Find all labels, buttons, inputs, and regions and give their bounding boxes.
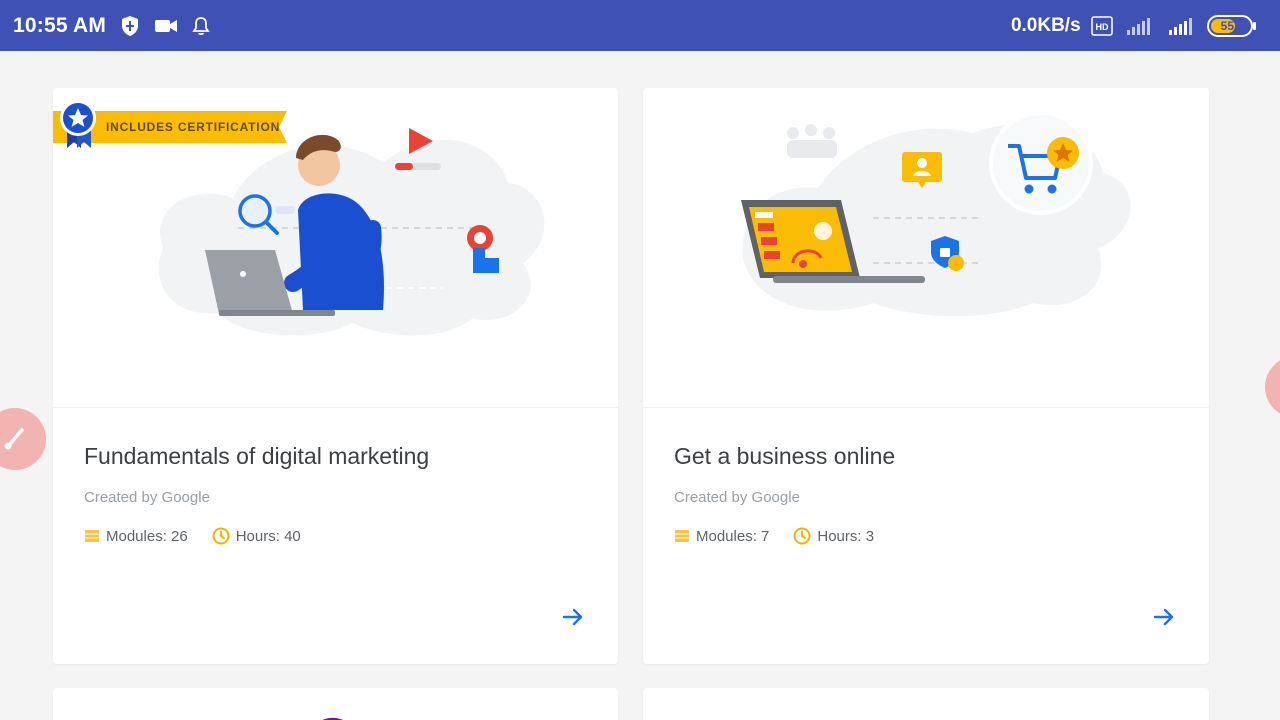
course-title[interactable]: Fundamentals of digital marketing xyxy=(84,443,429,470)
battery-icon: 55 xyxy=(1206,14,1270,38)
clock-icon xyxy=(793,527,811,545)
arrow-right-icon xyxy=(562,608,583,626)
hd-icon: HD xyxy=(1090,15,1113,36)
modules-icon xyxy=(675,530,689,542)
battery-level: 55 xyxy=(1220,18,1234,33)
clock-icon xyxy=(212,527,230,545)
course-illustration: INCLUDES CERTIFICATION xyxy=(53,88,618,408)
course-card[interactable]: Get a business online Created by Google … xyxy=(643,88,1209,664)
status-time: 10:55 AM xyxy=(13,13,107,37)
video-icon xyxy=(154,18,178,34)
open-course-button[interactable] xyxy=(560,604,586,630)
shield-icon xyxy=(120,15,140,37)
course-meta: Modules: 7 Hours: 3 xyxy=(674,527,874,545)
course-title[interactable]: Get a business online xyxy=(674,443,895,470)
course-creator: Created by Google xyxy=(674,489,800,506)
course-creator: Created by Google xyxy=(84,489,210,506)
floating-tool-button[interactable] xyxy=(0,408,46,470)
signal-icon xyxy=(1123,15,1157,37)
course-card[interactable] xyxy=(53,688,618,720)
hours-count: Hours: 40 xyxy=(235,527,301,545)
course-illustration xyxy=(643,88,1209,408)
arrow-right-icon xyxy=(1153,608,1174,626)
floating-side-button[interactable] xyxy=(1265,356,1280,418)
certification-badge-icon xyxy=(60,100,96,148)
certification-ribbon: INCLUDES CERTIFICATION xyxy=(53,100,299,148)
course-illustration xyxy=(322,717,344,720)
svg-text:HD: HD xyxy=(1095,22,1108,32)
course-card[interactable] xyxy=(643,688,1209,720)
modules-count: Modules: 26 xyxy=(106,527,188,545)
modules-icon xyxy=(85,530,99,542)
modules-count: Modules: 7 xyxy=(696,527,770,545)
course-card[interactable]: INCLUDES CERTIFICATION Fundamentals of d… xyxy=(53,88,618,664)
certification-label: INCLUDES CERTIFICATION xyxy=(106,120,281,134)
open-course-button[interactable] xyxy=(1151,604,1177,630)
bell-icon xyxy=(192,16,210,36)
signal-icon xyxy=(1167,15,1197,37)
brush-icon xyxy=(4,428,24,450)
hours-count: Hours: 3 xyxy=(817,527,875,545)
status-bar: 10:55 AM 0.0KB/s HD 55 xyxy=(0,0,1280,51)
course-meta: Modules: 26 Hours: 40 xyxy=(84,527,301,545)
net-speed: 0.0KB/s xyxy=(1010,14,1081,36)
